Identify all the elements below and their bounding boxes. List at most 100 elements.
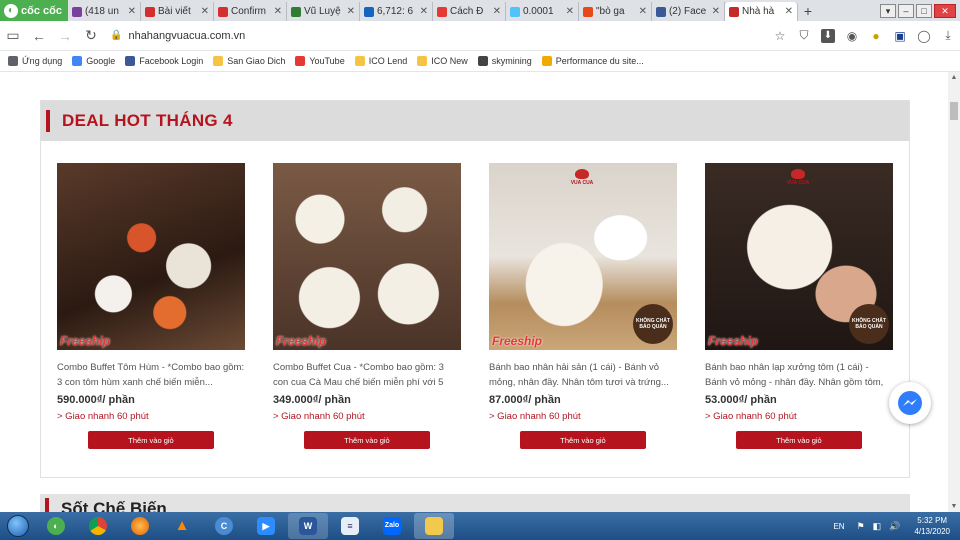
bookmark-item[interactable]: Google [72, 56, 115, 66]
bookmark-item[interactable]: San Giao Dich [213, 56, 285, 66]
no-preservative-badge: KHÔNG CHẤT BẢO QUẢN [849, 304, 889, 344]
tab-favicon-icon [436, 6, 447, 17]
scroll-thumb[interactable] [950, 102, 958, 120]
shield-icon[interactable]: ⛉ [792, 28, 816, 43]
messenger-chat-button[interactable] [889, 382, 931, 424]
tab-close-icon[interactable]: ✕ [785, 6, 793, 17]
taskbar-explorer[interactable] [414, 513, 454, 539]
tab-close-icon[interactable]: ✕ [493, 6, 501, 17]
tabs-menu-icon[interactable]: ▾ [880, 3, 896, 18]
taskbar-zoom[interactable]: ▶ [246, 513, 286, 539]
language-indicator[interactable]: EN [833, 522, 844, 531]
bookmark-label: San Giao Dich [227, 56, 286, 66]
product-card: Freeship Combo Buffet Tôm Hùm - *Combo b… [57, 163, 245, 449]
browser-tab[interactable]: Cách Đ ✕ [433, 2, 506, 21]
tab-close-icon[interactable]: ✕ [274, 6, 282, 17]
forward-button[interactable]: → [52, 28, 78, 44]
page-scrollbar[interactable]: ▲ ▼ [948, 72, 960, 512]
extension-icon[interactable]: ◉ [840, 29, 864, 43]
product-image[interactable]: KHÔNG CHẤT BẢO QUẢN VUA CUA Freeship [705, 163, 893, 350]
url-field[interactable]: 🔒 nhahangvuacua.com.vn [104, 24, 768, 48]
taskbar-word[interactable]: W [288, 513, 328, 539]
tab-close-icon[interactable]: ✕ [128, 6, 136, 17]
taskbar-zalo[interactable]: Zalo [372, 513, 412, 539]
browser-tab[interactable]: Bài viết ✕ [141, 2, 214, 21]
download-page-icon[interactable]: ⬇ [821, 28, 835, 43]
product-image[interactable]: Freeship [273, 163, 461, 350]
chrome-icon [89, 517, 107, 535]
browser-tab[interactable]: (2) Face ✕ [652, 2, 725, 21]
clock[interactable]: 5:32 PM 4/13/2020 [914, 515, 950, 537]
tab-close-icon[interactable]: ✕ [566, 6, 574, 17]
tab-close-icon[interactable]: ✕ [347, 6, 355, 17]
bookmark-item[interactable]: Performance du site... [541, 56, 644, 66]
start-button[interactable] [0, 512, 36, 540]
taskbar-chrome[interactable] [78, 513, 118, 539]
scroll-up-arrow[interactable]: ▲ [948, 74, 960, 81]
back-button[interactable]: ← [26, 28, 52, 44]
section-accent-bar [45, 498, 49, 512]
add-to-cart-button[interactable]: Thêm vào giỏ [520, 431, 646, 449]
bookmark-item[interactable]: Facebook Login [125, 56, 203, 66]
browser-tab[interactable]: Nhà hà ✕ [724, 2, 798, 21]
bookmark-item[interactable]: ICO New [417, 56, 468, 66]
network-icon[interactable]: ◧ [873, 521, 882, 532]
new-tab-button[interactable]: + [798, 2, 818, 21]
product-image[interactable]: Freeship [57, 163, 245, 350]
browser-tab[interactable]: Confirm ✕ [214, 2, 287, 21]
url-text: nhahangvuacua.com.vn [128, 29, 246, 42]
tab-close-icon[interactable]: ✕ [639, 6, 647, 17]
bookmark-label: Facebook Login [139, 56, 204, 66]
tab-favicon-icon [582, 6, 593, 17]
product-description[interactable]: Combo Buffet Cua - *Combo bao gồm: 3 con… [273, 360, 461, 390]
delivery-note: > Giao nhanh 60 phút [705, 411, 797, 422]
close-window-button[interactable]: ✕ [934, 3, 956, 18]
web-page: DEAL HOT THÁNG 4 Freeship Combo Buffet T… [0, 72, 948, 512]
taskbar-vlc[interactable]: ▲ [162, 513, 202, 539]
browser-tab[interactable]: (418 un ✕ [68, 2, 141, 21]
coccoc-alt-icon: C [215, 517, 233, 535]
reload-button[interactable]: ↻ [78, 27, 104, 44]
add-to-cart-button[interactable]: Thêm vào giỏ [736, 431, 862, 449]
coin-extension-icon[interactable]: ● [864, 29, 888, 43]
download-icon[interactable]: ⤓ [936, 28, 960, 43]
product-description[interactable]: Bánh bao nhân lạp xưởng tôm (1 cái) - Bá… [705, 360, 893, 390]
firefox-icon [131, 517, 149, 535]
add-to-cart-button[interactable]: Thêm vào giỏ [88, 431, 214, 449]
add-to-cart-button[interactable]: Thêm vào giỏ [304, 431, 430, 449]
lock-icon: 🔒 [110, 30, 123, 41]
sidebar-toggle-icon[interactable]: ▭ [0, 27, 26, 44]
product-description[interactable]: Bánh bao nhân hải sản (1 cái) - Bánh vỏ … [489, 360, 677, 390]
scroll-down-arrow[interactable]: ▼ [948, 503, 960, 510]
tab-favicon-icon [509, 6, 520, 17]
taskbar-firefox[interactable] [120, 513, 160, 539]
browser-tab[interactable]: "bò ga ✕ [579, 2, 652, 21]
browser-tab[interactable]: 0.0001 ✕ [506, 2, 579, 21]
volume-icon[interactable]: 🔊 [889, 521, 900, 532]
bookmark-icon [295, 56, 306, 66]
flag-icon[interactable]: ⚑ [857, 521, 865, 532]
clock-time: 5:32 PM [917, 516, 948, 525]
windows-logo-icon [7, 515, 29, 537]
tab-close-icon[interactable]: ✕ [420, 6, 428, 17]
bookmark-label: Ứng dụng [22, 56, 63, 66]
taskbar-notepad[interactable]: ≡ [330, 513, 370, 539]
minimize-button[interactable]: – [898, 3, 914, 18]
taskbar-coccoc[interactable]: ◐ [36, 513, 76, 539]
bookmark-item[interactable]: ICO Lend [354, 56, 407, 66]
bookmark-star-icon[interactable]: ☆ [768, 29, 792, 43]
tab-close-icon[interactable]: ✕ [201, 6, 209, 17]
profile-icon[interactable]: ◯ [912, 29, 936, 43]
maximize-button[interactable]: □ [916, 3, 932, 18]
browser-tab[interactable]: Vũ Luyệ ✕ [287, 2, 360, 21]
browser-brand[interactable]: ◐ cốc cốc [0, 0, 68, 21]
bookmark-item[interactable]: skymining [477, 56, 532, 66]
product-description[interactable]: Combo Buffet Tôm Hùm - *Combo bao gồm: 3… [57, 360, 245, 390]
taskbar-coccoc-2[interactable]: C [204, 513, 244, 539]
translate-extension-icon[interactable]: ▣ [888, 29, 912, 43]
tab-close-icon[interactable]: ✕ [712, 6, 720, 17]
browser-tab[interactable]: 6,712: 6 ✕ [360, 2, 433, 21]
product-image[interactable]: KHÔNG CHẤT BẢO QUẢN VUA CUA Freeship [489, 163, 677, 350]
bookmark-item[interactable]: YouTube [295, 56, 345, 66]
bookmark-item[interactable]: Ứng dụng [8, 56, 62, 66]
